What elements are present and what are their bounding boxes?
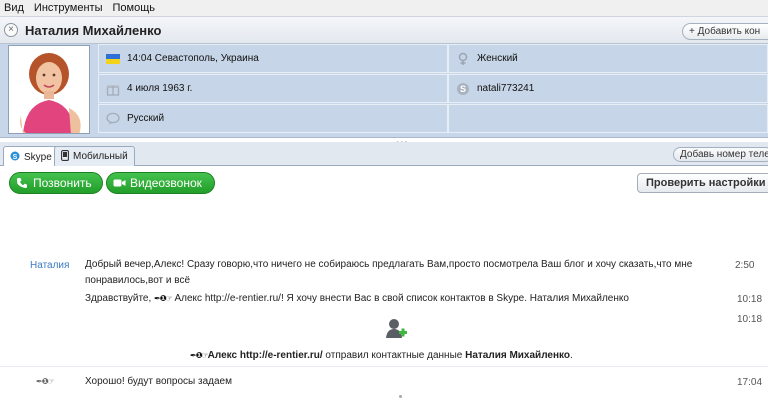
video-call-button[interactable]: Видеозвонок — [106, 172, 215, 194]
message-sender: Наталия — [30, 260, 70, 271]
tab-mobile[interactable]: Мобильный — [54, 146, 135, 166]
profile-panel: 14:04 Севастополь, Украина Женский 4 июл… — [0, 44, 768, 138]
close-icon: × — [8, 24, 14, 35]
skype-name-text: natali773241 — [477, 83, 535, 94]
skype-icon: S — [10, 151, 20, 164]
menu-item-view[interactable]: Вид — [4, 2, 24, 14]
avatar — [8, 45, 90, 134]
skype-name-row: S natali773241 — [448, 74, 768, 103]
message-separator — [0, 366, 768, 367]
local-time-row: 14:04 Севастополь, Украина — [98, 44, 448, 73]
speech-bubble-icon — [105, 112, 121, 125]
call-button[interactable]: Позвонить — [9, 172, 103, 194]
gender-text: Женский — [477, 53, 518, 64]
close-conversation-button[interactable]: × — [4, 23, 18, 37]
call-toolbar: Позвонить Видеозвонок Проверить настройк… — [0, 166, 768, 202]
video-call-label: Видеозвонок — [130, 176, 202, 190]
contact-request-text: Здравствуйте, ✒❶☞ Алекс http://e-rentier… — [85, 291, 725, 307]
add-contact-icon[interactable] — [385, 318, 407, 340]
add-phone-number-button[interactable]: Добавь номер теле — [673, 147, 768, 162]
contact-name: Наталия Михайленко — [25, 22, 162, 38]
empty-info-cell — [448, 104, 768, 133]
avatar-photo — [9, 46, 89, 133]
message-line: понравилось,вот и всё — [85, 275, 191, 286]
menu-item-tools[interactable]: Инструменты — [34, 2, 103, 14]
chat-history[interactable]: Наталия Добрый вечер,Алекс! Сразу говорю… — [0, 202, 768, 402]
message-time: 2:50 — [735, 260, 755, 271]
sender-link[interactable]: Алекс http://e-rentier.ru/ — [208, 350, 323, 361]
tab-label: Мобильный — [73, 151, 128, 162]
skype-chat-window: Вид Инструменты Помощь × Наталия Михайле… — [0, 0, 768, 402]
shared-contact-name[interactable]: Наталия Михайленко — [465, 350, 570, 361]
message-text: Добрый вечер,Алекс! Сразу говорю,что нич… — [85, 257, 705, 289]
message-text: Хорошо! будут вопросы задаем — [85, 376, 232, 387]
contact-sent-text: ✒❶☞Алекс http://e-rentier.ru/ отправил к… — [190, 348, 573, 364]
svg-text:S: S — [13, 154, 18, 161]
message-time: 17:04 — [737, 377, 763, 388]
message-time: 10:18 — [737, 294, 763, 305]
birthday-text: 4 июля 1963 г. — [127, 83, 193, 94]
tab-label: Skype — [24, 151, 52, 163]
local-time-text: 14:04 Севастополь, Украина — [127, 53, 259, 64]
message-time: 10:18 — [737, 314, 763, 325]
menu-bar: Вид Инструменты Помощь — [0, 0, 768, 16]
message-part: Здравствуйте, — [85, 293, 155, 304]
profile-info-grid: 14:04 Севастополь, Украина Женский 4 июл… — [98, 44, 768, 134]
message-line: Добрый вечер,Алекс! Сразу говорю,что нич… — [85, 259, 693, 270]
tab-skype[interactable]: S Skype — [3, 146, 59, 167]
menu-item-help[interactable]: Помощь — [113, 2, 156, 14]
message-part: . — [570, 350, 573, 361]
message-part: отправил контактные данные — [322, 350, 466, 361]
scroll-indicator — [399, 395, 402, 398]
skype-icon: S — [455, 82, 471, 96]
language-row: Русский — [98, 104, 448, 133]
nickname-glyph: ✒❶☞ — [190, 351, 209, 360]
ukraine-flag-icon — [105, 53, 121, 64]
gift-icon — [105, 82, 121, 96]
svg-text:S: S — [460, 84, 466, 94]
phone-icon — [15, 176, 29, 190]
message-sender-nick: ✒❶☞ — [36, 377, 55, 386]
language-text: Русский — [127, 113, 165, 124]
add-contact-button[interactable]: + Добавить кон — [682, 23, 768, 40]
conversation-header: × Наталия Михайленко + Добавить кон — [0, 16, 768, 44]
birthday-row: 4 июля 1963 г. — [98, 74, 448, 103]
gender-row: Женский — [448, 44, 768, 73]
check-settings-button[interactable]: Проверить настройки — [637, 173, 768, 193]
contact-method-tabs: S Skype Мобильный Добавь номер теле — [0, 142, 768, 167]
mobile-phone-icon — [61, 149, 69, 164]
nickname-glyph: ✒❶☞ — [154, 294, 173, 303]
gender-female-icon — [455, 52, 471, 66]
message-part: Алекс http://e-rentier.ru/! Я хочу внест… — [171, 293, 629, 304]
call-label: Позвонить — [33, 176, 92, 190]
video-camera-icon — [112, 176, 126, 190]
